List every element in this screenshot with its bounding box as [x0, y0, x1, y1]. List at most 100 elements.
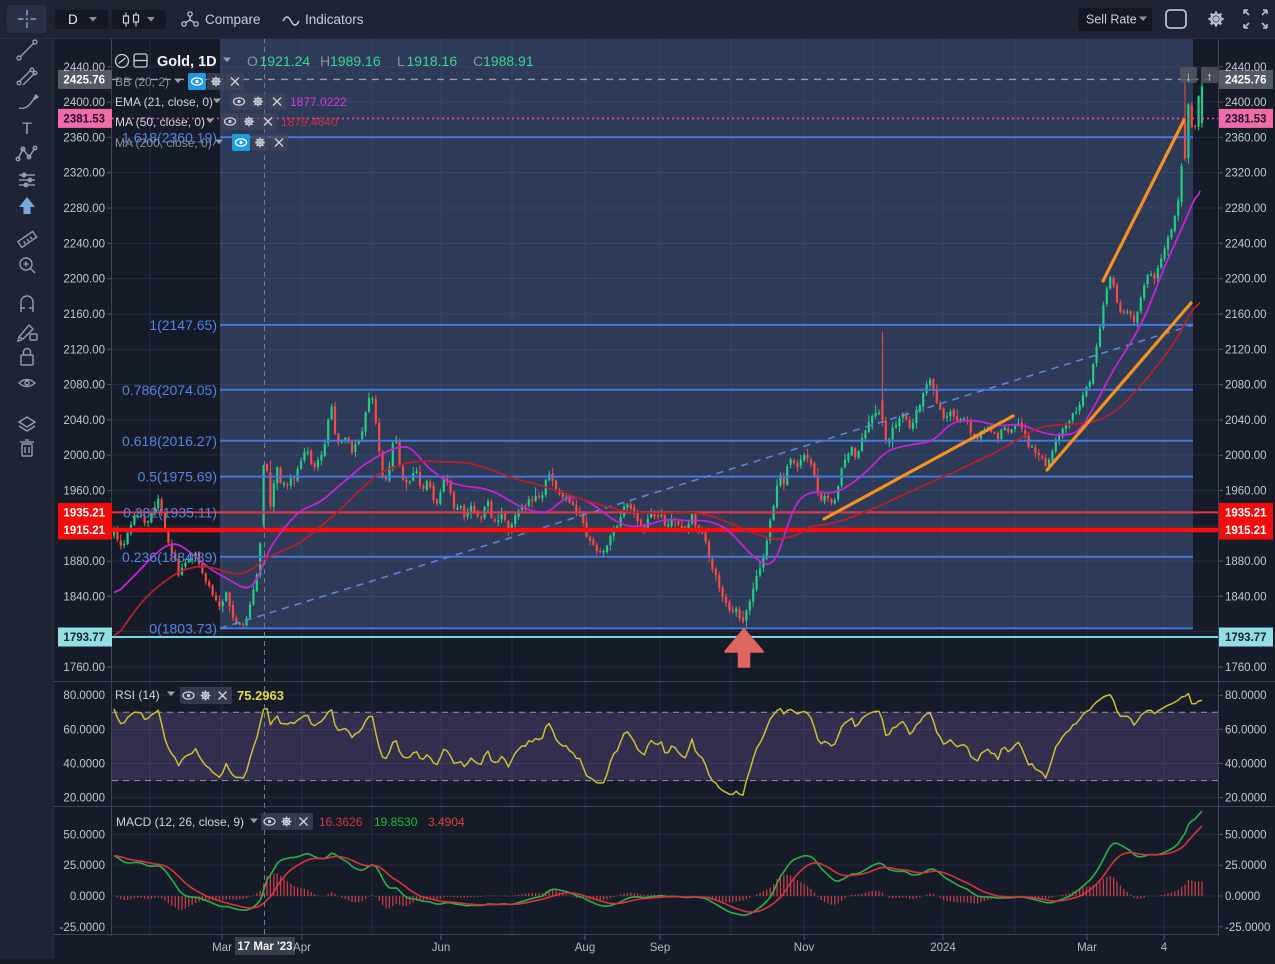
svg-text:0.382(1935.11): 0.382(1935.11)	[123, 504, 217, 520]
svg-text:MA (200, close, 0): MA (200, close, 0)	[115, 136, 212, 150]
svg-text:2320.00: 2320.00	[63, 168, 105, 180]
svg-text:2400.00: 2400.00	[1225, 97, 1267, 109]
svg-text:2240.00: 2240.00	[63, 238, 105, 250]
svg-text:1879.4640: 1879.4640	[281, 115, 338, 129]
svg-text:2320.00: 2320.00	[1225, 168, 1267, 180]
svg-text:2381.53: 2381.53	[63, 113, 105, 125]
svg-text:1935.21: 1935.21	[1225, 507, 1267, 519]
svg-text:Sell Rate: Sell Rate	[1086, 13, 1137, 27]
svg-text:17 Mar '23: 17 Mar '23	[237, 941, 292, 953]
svg-text:EMA (21, close, 0): EMA (21, close, 0)	[115, 95, 213, 109]
svg-text:0.0000: 0.0000	[70, 891, 105, 903]
svg-text:1918.16: 1918.16	[407, 53, 458, 69]
svg-text:0(1803.73): 0(1803.73)	[149, 620, 217, 636]
svg-text:1793.77: 1793.77	[63, 632, 105, 644]
svg-text:4: 4	[1161, 942, 1168, 954]
svg-text:Compare: Compare	[205, 12, 261, 27]
svg-text:2425.76: 2425.76	[1225, 74, 1267, 86]
svg-text:MACD (12, 26, close, 9): MACD (12, 26, close, 9)	[116, 815, 244, 829]
svg-text:1760.00: 1760.00	[1225, 662, 1267, 674]
svg-text:2000.00: 2000.00	[63, 450, 105, 462]
svg-text:Apr: Apr	[293, 942, 311, 954]
svg-text:1935.21: 1935.21	[63, 507, 105, 519]
svg-text:Jun: Jun	[432, 942, 451, 954]
svg-text:50.0000: 50.0000	[1225, 829, 1267, 841]
svg-text:D: D	[68, 12, 78, 27]
svg-text:2200.00: 2200.00	[1225, 274, 1267, 286]
svg-text:20.0000: 20.0000	[63, 793, 105, 805]
svg-text:1921.24: 1921.24	[260, 53, 311, 69]
svg-text:1840.00: 1840.00	[63, 591, 105, 603]
svg-text:3.4904: 3.4904	[428, 815, 465, 829]
svg-text:H: H	[320, 53, 330, 69]
svg-text:1880.00: 1880.00	[1225, 556, 1267, 568]
svg-text:2360.00: 2360.00	[1225, 132, 1267, 144]
svg-text:MA (50, close, 0): MA (50, close, 0)	[115, 115, 205, 129]
svg-text:C: C	[473, 53, 483, 69]
svg-text:2381.53: 2381.53	[1225, 113, 1267, 125]
svg-text:1(2147.65): 1(2147.65)	[149, 317, 217, 333]
svg-text:1793.77: 1793.77	[1225, 632, 1267, 644]
svg-text:2080.00: 2080.00	[1225, 380, 1267, 392]
svg-text:60.0000: 60.0000	[63, 724, 105, 736]
svg-text:2160.00: 2160.00	[1225, 309, 1267, 321]
svg-text:0.0000: 0.0000	[1225, 891, 1260, 903]
svg-text:2440.00: 2440.00	[1225, 62, 1267, 74]
svg-text:40.0000: 40.0000	[1225, 759, 1267, 771]
svg-text:1915.21: 1915.21	[63, 525, 105, 537]
svg-text:O: O	[247, 53, 258, 69]
svg-text:40.0000: 40.0000	[63, 759, 105, 771]
svg-text:2280.00: 2280.00	[1225, 203, 1267, 215]
svg-text:0.236(1884.89): 0.236(1884.89)	[122, 549, 217, 565]
svg-text:2160.00: 2160.00	[63, 309, 105, 321]
svg-text:20.0000: 20.0000	[1225, 793, 1267, 805]
svg-text:25.0000: 25.0000	[63, 860, 105, 872]
svg-text:-25.0000: -25.0000	[60, 922, 105, 934]
svg-text:BB (20, 2): BB (20, 2)	[115, 75, 169, 89]
svg-text:1760.00: 1760.00	[63, 662, 105, 674]
svg-text:75.2963: 75.2963	[237, 688, 284, 703]
svg-text:Nov: Nov	[794, 942, 815, 954]
svg-text:↑: ↑	[1207, 70, 1213, 84]
svg-text:Mar: Mar	[1077, 942, 1097, 954]
svg-text:19.8530: 19.8530	[374, 815, 418, 829]
svg-text:2240.00: 2240.00	[1225, 238, 1267, 250]
svg-text:1840.00: 1840.00	[1225, 591, 1267, 603]
svg-text:2200.00: 2200.00	[63, 274, 105, 286]
svg-text:Mar: Mar	[212, 942, 232, 954]
svg-text:0.786(2074.05): 0.786(2074.05)	[122, 382, 217, 398]
svg-text:L: L	[397, 53, 405, 69]
svg-text:2024: 2024	[930, 942, 956, 954]
svg-text:Sep: Sep	[650, 942, 670, 954]
svg-text:60.0000: 60.0000	[1225, 724, 1267, 736]
svg-text:1960.00: 1960.00	[63, 486, 105, 498]
svg-text:2040.00: 2040.00	[63, 415, 105, 427]
svg-text:50.0000: 50.0000	[63, 829, 105, 841]
svg-text:-25.0000: -25.0000	[1225, 922, 1270, 934]
svg-text:2400.00: 2400.00	[63, 97, 105, 109]
svg-text:↓: ↓	[1186, 70, 1192, 84]
svg-text:2080.00: 2080.00	[63, 380, 105, 392]
svg-text:2425.76: 2425.76	[63, 74, 105, 86]
svg-text:Aug: Aug	[575, 942, 595, 954]
svg-text:80.0000: 80.0000	[1225, 690, 1267, 702]
svg-text:25.0000: 25.0000	[1225, 860, 1267, 872]
svg-text:2040.00: 2040.00	[1225, 415, 1267, 427]
svg-text:RSI (14): RSI (14)	[115, 688, 160, 702]
svg-text:Gold, 1D: Gold, 1D	[157, 54, 217, 70]
svg-text:2360.00: 2360.00	[63, 132, 105, 144]
svg-text:1960.00: 1960.00	[1225, 486, 1267, 498]
svg-text:1880.00: 1880.00	[63, 556, 105, 568]
svg-text:1988.91: 1988.91	[483, 53, 534, 69]
svg-text:1915.21: 1915.21	[1225, 525, 1267, 537]
svg-text:0.618(2016.27): 0.618(2016.27)	[122, 433, 217, 449]
svg-text:Indicators: Indicators	[305, 12, 364, 27]
svg-text:1989.16: 1989.16	[330, 53, 381, 69]
svg-text:T: T	[22, 119, 32, 138]
svg-text:80.0000: 80.0000	[63, 690, 105, 702]
svg-text:2440.00: 2440.00	[63, 62, 105, 74]
svg-text:16.3626: 16.3626	[319, 815, 363, 829]
svg-text:2120.00: 2120.00	[1225, 344, 1267, 356]
svg-text:0.5(1975.69): 0.5(1975.69)	[138, 469, 217, 485]
svg-text:2120.00: 2120.00	[63, 344, 105, 356]
